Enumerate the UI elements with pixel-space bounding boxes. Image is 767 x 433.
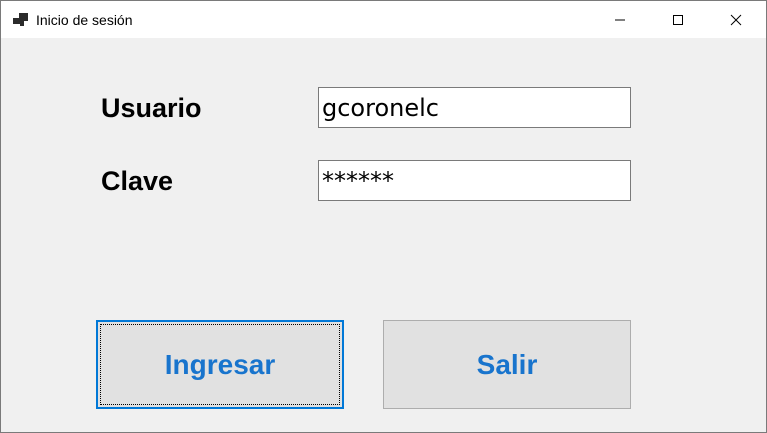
- login-button[interactable]: Ingresar: [96, 320, 344, 409]
- password-label: Clave: [101, 166, 174, 196]
- app-icon: [13, 13, 29, 27]
- minimize-button[interactable]: [591, 1, 649, 38]
- maximize-button[interactable]: [649, 1, 707, 38]
- login-window: Inicio de sesión Usuario Clave Ingresar …: [0, 0, 767, 433]
- maximize-icon: [672, 14, 684, 26]
- exit-button[interactable]: Salir: [383, 320, 631, 409]
- username-label: Usuario: [101, 93, 202, 123]
- close-icon: [730, 14, 742, 26]
- window-title: Inicio de sesión: [36, 12, 133, 28]
- username-input[interactable]: [318, 87, 631, 128]
- password-input[interactable]: [318, 160, 631, 201]
- close-button[interactable]: [707, 1, 765, 38]
- title-bar[interactable]: Inicio de sesión: [1, 1, 766, 38]
- minimize-icon: [614, 14, 626, 26]
